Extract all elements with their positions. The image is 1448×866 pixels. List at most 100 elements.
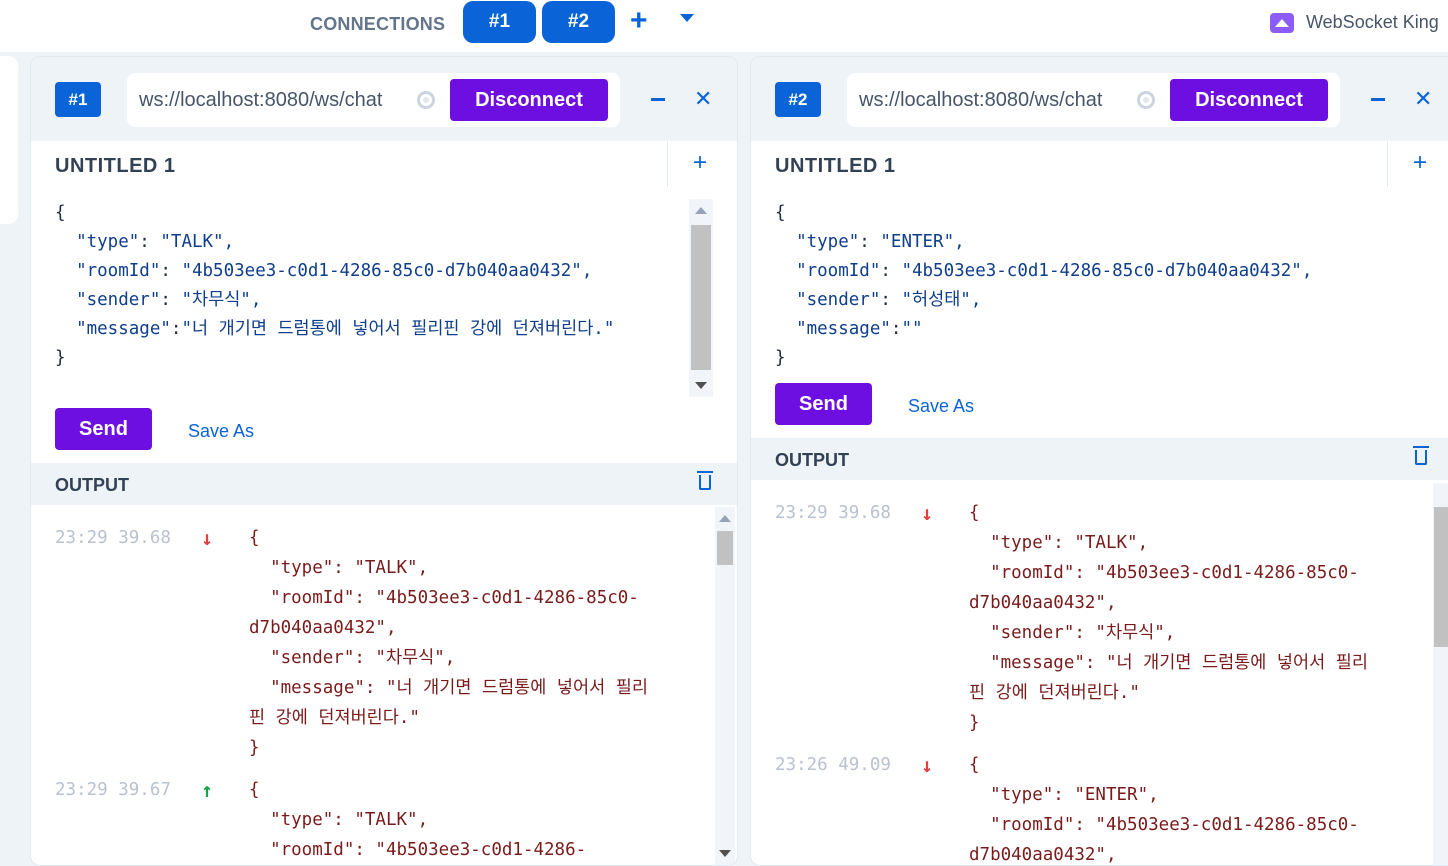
editor-key: "sender" (76, 290, 161, 310)
connection-badge: #1 (55, 82, 101, 117)
scroll-thumb[interactable] (691, 225, 711, 370)
connections-label: CONNECTIONS (310, 14, 446, 34)
output-title: OUTPUT (775, 450, 849, 470)
output-header: OUTPUT (751, 438, 1448, 480)
editor-key: "message" (76, 319, 171, 339)
editor-sep: : (890, 319, 902, 339)
disconnect-button[interactable]: Disconnect (1170, 79, 1328, 121)
document-title[interactable]: UNTITLED 1 (775, 155, 896, 178)
scroll-down-icon[interactable] (695, 382, 707, 389)
scroll-down-icon[interactable] (719, 850, 731, 857)
scroll-thumb[interactable] (1434, 507, 1448, 647)
message-timestamp: 23:29 39.67 (55, 780, 171, 800)
editor-sep: : (880, 290, 902, 310)
editor-sep: : (160, 290, 182, 310)
url-field[interactable]: ws://localhost:8080/ws/chat Disconnect (127, 73, 620, 127)
editor-sep: : (160, 261, 182, 281)
editor-value: "차무식", (181, 290, 262, 310)
received-arrow-icon: ↓ (201, 526, 214, 550)
save-as-link[interactable]: Save As (188, 421, 254, 442)
divider (667, 141, 668, 187)
collapsed-side-panel (0, 56, 18, 224)
url-field[interactable]: ws://localhost:8080/ws/chat Disconnect (847, 73, 1340, 127)
editor-value: "" (901, 319, 923, 339)
brace-close: } (775, 348, 786, 368)
editor-value: "너 개기면 드럼통에 넣어서 필리핀 강에 던져버린다." (181, 319, 615, 339)
document-title[interactable]: UNTITLED 1 (55, 155, 176, 178)
brace-open: { (55, 203, 66, 223)
connection-header: #1 ws://localhost:8080/ws/chat Disconnec… (31, 57, 737, 141)
send-button[interactable]: Send (55, 408, 152, 450)
editor-key: "roomId" (76, 261, 161, 281)
output-message: 23:26 49.09 ↓ { "type": "ENTER", "roomId… (775, 750, 1375, 865)
connection-tab-2[interactable]: #2 (542, 1, 615, 43)
url-input[interactable]: ws://localhost:8080/ws/chat (139, 89, 403, 112)
top-bar: CONNECTIONS #1 #2 + WebSocket King (0, 0, 1448, 52)
editor-sep: : (139, 232, 161, 252)
editor-value: "ENTER", (880, 232, 965, 252)
add-connection-icon[interactable]: + (630, 6, 648, 36)
editor-value: "허성태", (901, 290, 982, 310)
connection-header: #2 ws://localhost:8080/ws/chat Disconnec… (751, 57, 1448, 141)
settings-gear-icon[interactable] (417, 91, 435, 109)
settings-gear-icon[interactable] (1137, 91, 1155, 109)
crown-logo-icon (1270, 12, 1294, 33)
brand-name: WebSocket King (1306, 12, 1439, 32)
clear-output-trash-icon[interactable] (697, 471, 713, 490)
sent-arrow-icon: ↑ (201, 778, 214, 802)
message-body: { "type": "TALK", "roomId": "4b503ee3-c0… (969, 503, 1368, 733)
output-message: 23:29 39.67 ↑ { "type": "TALK", "roomId"… (55, 775, 655, 865)
message-editor[interactable]: { "type": "TALK", "roomId": "4b503ee3-c0… (55, 199, 685, 373)
editor-scrollbar[interactable] (689, 199, 713, 397)
output-message: 23:29 39.68 ↓ { "type": "TALK", "roomId"… (775, 498, 1375, 758)
close-icon[interactable]: ✕ (1414, 86, 1432, 112)
editor-key: "type" (76, 232, 140, 252)
caret-down-icon[interactable] (680, 14, 694, 22)
editor-sep: : (170, 319, 182, 339)
add-document-icon[interactable]: + (693, 151, 707, 175)
connection-badge: #2 (775, 82, 821, 117)
minimize-icon[interactable] (1371, 98, 1385, 101)
output-scrollbar[interactable] (715, 507, 735, 865)
scroll-up-icon[interactable] (695, 207, 707, 214)
brace-open: { (775, 203, 786, 223)
clear-output-trash-icon[interactable] (1413, 446, 1429, 465)
send-button[interactable]: Send (775, 383, 872, 425)
editor-value: "4b503ee3-c0d1-4286-85c0-d7b040aa0432", (901, 261, 1313, 281)
divider (1387, 141, 1388, 187)
message-body: { "type": "TALK", "roomId": "4b503ee3-c0… (249, 528, 648, 758)
output-message: 23:29 39.68 ↓ { "type": "TALK", "roomId"… (55, 523, 655, 783)
scroll-thumb[interactable] (717, 531, 733, 565)
editor-key: "type" (796, 232, 860, 252)
editor-value: "TALK", (160, 232, 235, 252)
output-scrollbar[interactable] (1433, 483, 1448, 865)
scroll-up-icon[interactable] (719, 515, 731, 522)
editor-key: "sender" (796, 290, 881, 310)
document-title-row: UNTITLED 1 + (31, 141, 737, 187)
close-icon[interactable]: ✕ (694, 86, 712, 112)
editor-value: "4b503ee3-c0d1-4286-85c0-d7b040aa0432", (181, 261, 593, 281)
received-arrow-icon: ↓ (921, 501, 934, 525)
connection-panel-1: #1 ws://localhost:8080/ws/chat Disconnec… (30, 56, 738, 866)
minimize-icon[interactable] (651, 98, 665, 101)
message-timestamp: 23:29 39.68 (55, 528, 171, 548)
message-body: { "type": "TALK", "roomId": "4b503ee3-c0… (249, 780, 587, 860)
editor-sep: : (859, 232, 881, 252)
editor-sep: : (880, 261, 902, 281)
message-timestamp: 23:29 39.68 (775, 503, 891, 523)
disconnect-button[interactable]: Disconnect (450, 79, 608, 121)
output-title: OUTPUT (55, 475, 129, 495)
editor-key: "message" (796, 319, 891, 339)
connection-panel-2: #2 ws://localhost:8080/ws/chat Disconnec… (750, 56, 1448, 866)
brand: WebSocket King (1270, 12, 1439, 33)
add-document-icon[interactable]: + (1413, 151, 1427, 175)
editor-key: "roomId" (796, 261, 881, 281)
brace-close: } (55, 348, 66, 368)
message-editor[interactable]: { "type": "ENTER", "roomId": "4b503ee3-c… (775, 199, 1415, 373)
output-header: OUTPUT (31, 463, 737, 505)
connection-tab-1[interactable]: #1 (463, 1, 536, 43)
received-arrow-icon: ↓ (921, 753, 934, 777)
url-input[interactable]: ws://localhost:8080/ws/chat (859, 89, 1123, 112)
save-as-link[interactable]: Save As (908, 396, 974, 417)
document-title-row: UNTITLED 1 + (751, 141, 1448, 187)
